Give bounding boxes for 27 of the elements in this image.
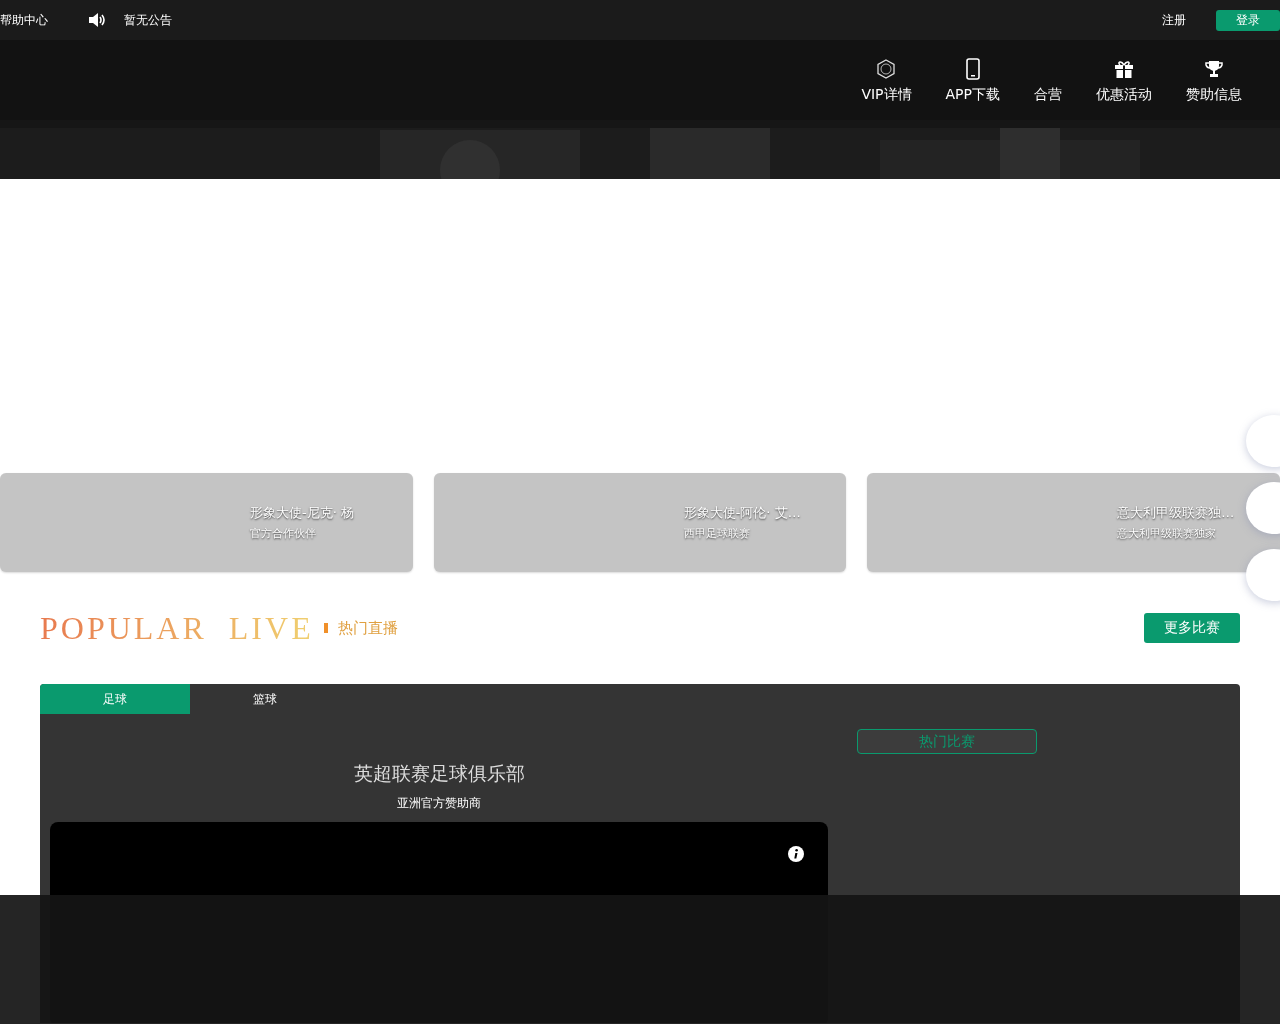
sport-tab[interactable]: 足球 xyxy=(40,684,190,714)
section-subtitle: 热门直播 xyxy=(337,618,398,638)
register-link[interactable]: 注册 xyxy=(1162,11,1186,29)
nav-item[interactable]: APP下载 xyxy=(945,58,1000,104)
gift-icon xyxy=(1114,59,1134,79)
login-button[interactable]: 登录 xyxy=(1216,9,1280,31)
title-marker xyxy=(323,623,328,633)
trophy-icon xyxy=(1204,59,1224,79)
card-title: 形象大使-尼克· 杨 xyxy=(250,504,355,522)
more-matches-button[interactable]: 更多比赛 xyxy=(1144,613,1240,643)
card-subtitle: 西甲足球联赛 xyxy=(683,526,751,541)
league-subtitle: 亚洲官方赞助商 xyxy=(397,795,481,812)
sport-tab[interactable]: 篮球 xyxy=(190,684,340,714)
info-icon[interactable] xyxy=(788,846,804,862)
notice-text: 暂无公告 xyxy=(124,11,172,29)
banner-card[interactable]: 形象大使-阿伦· 艾… 西甲足球联赛 xyxy=(433,473,847,572)
nav-item[interactable]: 合营 xyxy=(1034,58,1062,104)
nav-item[interactable]: 赞助信息 xyxy=(1186,58,1242,104)
phone-icon xyxy=(965,58,980,80)
card-title: 形象大使-阿伦· 艾… xyxy=(683,504,802,522)
card-title: 意大利甲级联赛独… xyxy=(1117,504,1236,522)
speaker-icon xyxy=(88,12,106,28)
nav-item[interactable]: 优惠活动 xyxy=(1096,58,1152,104)
league-title: 英超联赛足球俱乐部 xyxy=(353,761,525,786)
nav-item[interactable]: VIP详情 xyxy=(861,58,912,104)
vip-icon xyxy=(876,59,897,79)
help-link[interactable]: 帮助中心 xyxy=(0,11,48,29)
